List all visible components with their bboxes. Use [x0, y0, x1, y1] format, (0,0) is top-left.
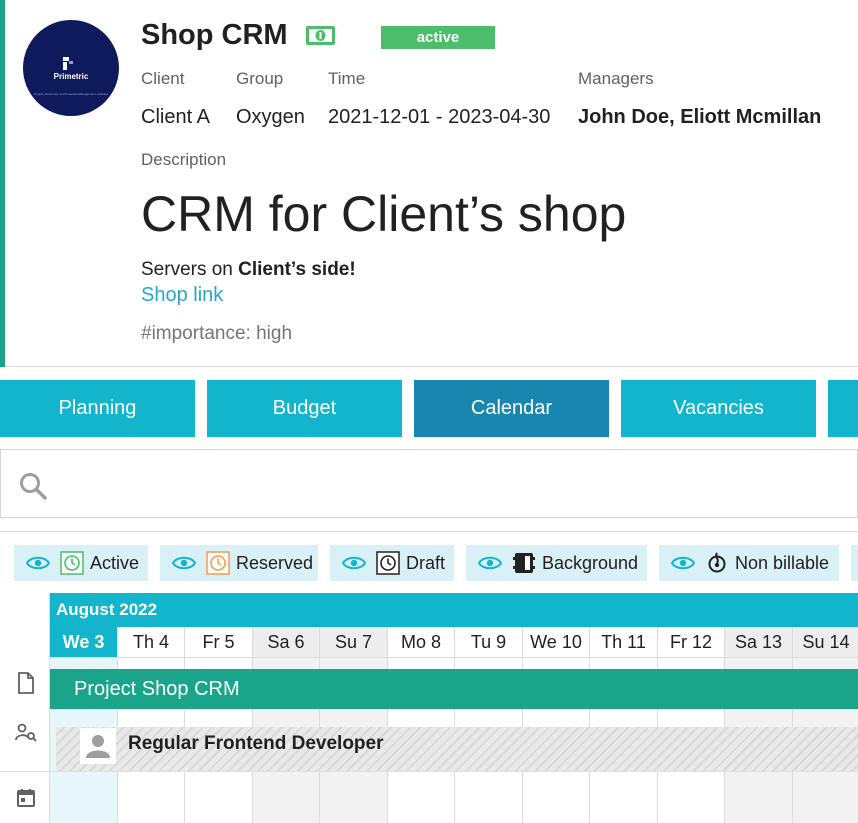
day-header[interactable]: Th 11	[590, 627, 658, 658]
filter-background-label: Background	[542, 552, 639, 573]
search-input[interactable]	[61, 460, 851, 508]
billable-money-icon	[306, 26, 335, 45]
filter-draft[interactable]: Draft	[330, 545, 454, 581]
time-label: Time	[328, 69, 366, 88]
filter-background[interactable]: Background	[466, 545, 647, 581]
filter-non-billable[interactable]: Non billable	[659, 545, 839, 581]
avatar-placeholder-icon	[80, 728, 116, 764]
day-header[interactable]: Su 7	[320, 627, 388, 658]
row-icons-column	[0, 593, 50, 823]
importance-hashtag: #importance: high	[141, 323, 293, 344]
day-header[interactable]: Su 14	[793, 627, 858, 658]
eye-icon	[26, 556, 50, 570]
calendar-icon	[17, 789, 35, 807]
day-header[interactable]: Mo 8	[388, 627, 455, 658]
group-label: Group	[236, 69, 284, 88]
description-text-bold: Client’s side!	[238, 259, 356, 280]
document-icon	[18, 672, 34, 694]
day-header[interactable]: Th 4	[118, 627, 185, 658]
filter-reserved[interactable]: Reserved	[160, 545, 318, 581]
logo-name: Primetric	[53, 72, 89, 81]
description-title: CRM for Client’s shop	[141, 186, 627, 242]
project-title: Shop CRM	[141, 19, 288, 51]
logo-mark-icon	[63, 57, 73, 70]
client-value: Client A	[141, 106, 210, 128]
background-icon	[513, 553, 535, 573]
active-clock-icon	[60, 551, 84, 575]
role-label: Regular Frontend Developer	[128, 733, 384, 754]
reserved-clock-icon	[206, 551, 230, 575]
card-accent-strip	[0, 0, 5, 367]
tab-overflow[interactable]	[828, 380, 858, 437]
search-icon	[20, 473, 47, 500]
filter-active-label: Active	[90, 552, 140, 573]
eye-icon	[172, 556, 196, 570]
group-value: Oxygen	[236, 106, 305, 128]
day-header[interactable]: Fr 5	[185, 627, 253, 658]
eye-icon	[342, 556, 366, 570]
tab-budget[interactable]: Budget	[207, 380, 402, 437]
managers-label: Managers	[578, 69, 654, 88]
filter-non-billable-label: Non billable	[735, 552, 830, 573]
eye-icon	[671, 556, 695, 570]
filter-active[interactable]: Active	[14, 545, 148, 581]
project-header-card: Primetric Project, Resource, and Financi…	[0, 0, 858, 367]
tab-vacancies[interactable]: Vacancies	[621, 380, 816, 437]
tab-planning[interactable]: Planning	[0, 380, 195, 437]
client-label: Client	[141, 69, 185, 88]
logo-tagline: Project, Resource, and Financial Managem…	[34, 92, 108, 96]
project-logo: Primetric Project, Resource, and Financi…	[23, 20, 119, 116]
shop-link[interactable]: Shop link	[141, 283, 223, 307]
filter-reserved-label: Reserved	[236, 552, 314, 573]
description-text: Servers on Client’s side!	[141, 258, 356, 282]
status-badge: active	[381, 26, 495, 49]
day-header[interactable]: We 3	[50, 627, 118, 658]
day-header[interactable]: Sa 6	[253, 627, 320, 658]
day-header[interactable]: Fr 12	[658, 627, 725, 658]
project-row-bar[interactable]: Project Shop CRM	[50, 669, 858, 709]
filter-draft-label: Draft	[406, 552, 446, 573]
filter-overflow[interactable]	[851, 545, 858, 581]
calendar-view: August 2022 We 3 Th 4 Fr 5 Sa 6 Su 7 Mo 8 Tu 9…	[0, 593, 858, 823]
row-separator	[0, 771, 858, 772]
day-header[interactable]: Sa 13	[725, 627, 793, 658]
page: Primetric Project, Resource, and Financi…	[0, 0, 858, 823]
non-billable-icon	[708, 552, 726, 573]
day-header[interactable]: We 10	[523, 627, 590, 658]
managers-value: John Doe, Eliott Mcmillan	[578, 106, 822, 128]
description-text-prefix: Servers on	[141, 259, 239, 280]
legend-filters: Active Reserved Draft Background Non bil…	[0, 531, 858, 593]
month-header: August 2022	[50, 593, 858, 627]
draft-clock-icon	[376, 551, 400, 575]
day-header[interactable]: Tu 9	[455, 627, 523, 658]
description-label: Description	[141, 150, 227, 169]
person-search-icon	[15, 723, 37, 742]
time-value: 2021-12-01 - 2023-04-30	[328, 106, 551, 128]
search-bar	[0, 449, 858, 518]
tab-calendar[interactable]: Calendar	[414, 380, 609, 437]
eye-icon	[478, 556, 502, 570]
